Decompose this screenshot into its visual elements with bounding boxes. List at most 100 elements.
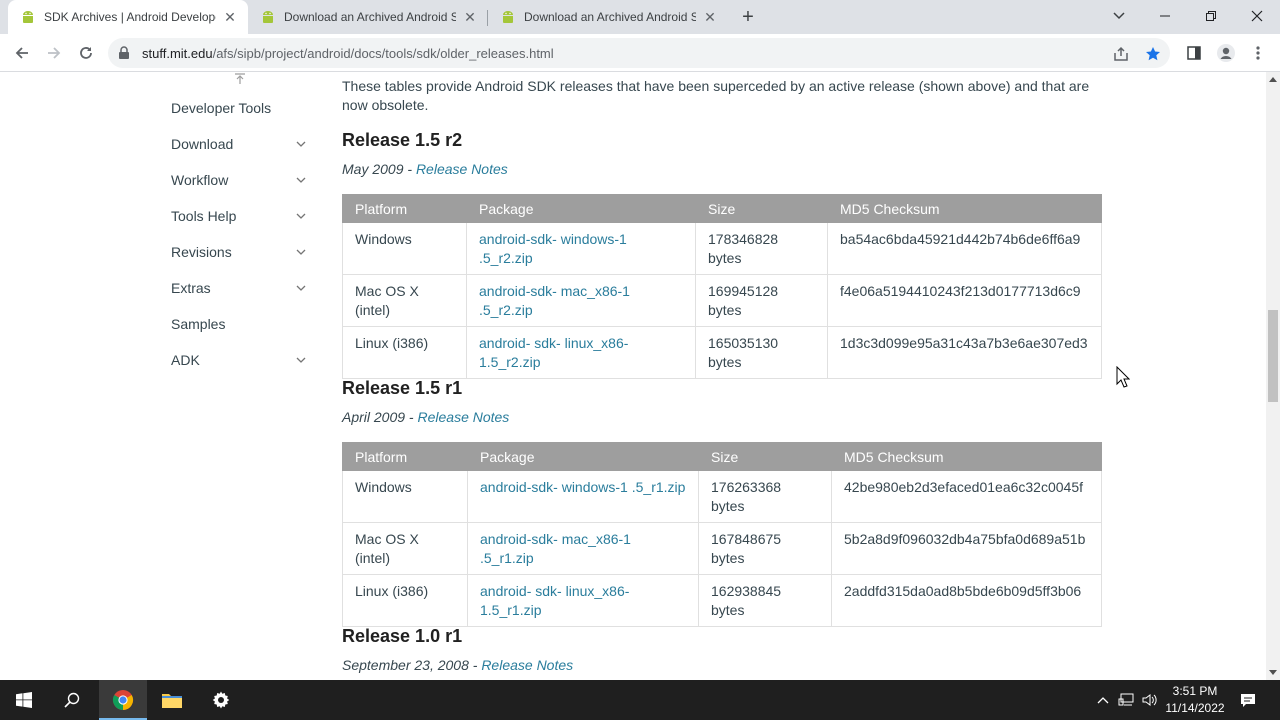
size-value: 162938845: [711, 583, 782, 599]
size-cell: 162938845 bytes: [698, 574, 832, 627]
start-button[interactable]: [0, 680, 48, 720]
restore-button[interactable]: [1188, 0, 1234, 32]
platform-cell: Mac OS X (intel): [342, 522, 468, 575]
collapse-arrow-icon[interactable]: [232, 72, 248, 84]
tab-download-archived-2[interactable]: Download an Archived Android S ✕: [488, 0, 728, 34]
md5-cell: 1d3c3d099e95a31c43a7b3e6ae307ed3: [827, 326, 1102, 379]
sidebar-item-label: Workflow: [171, 172, 229, 188]
tab-title: SDK Archives | Android Develope: [44, 10, 216, 24]
browser-menu-button[interactable]: [1244, 39, 1272, 67]
platform-cell: Linux (i386): [342, 574, 468, 627]
column-header-size: Size: [698, 442, 832, 471]
share-icon: [1114, 46, 1128, 61]
package-download-link[interactable]: android- sdk- linux_x86- 1.5_r2.zip: [479, 335, 628, 370]
notifications-button[interactable]: [1238, 680, 1258, 720]
network-button[interactable]: [1116, 680, 1136, 720]
sidebar-item-workflow[interactable]: Workflow: [171, 168, 311, 192]
package-cell: android- sdk- linux_x86- 1.5_r1.zip: [467, 574, 699, 627]
chevron-down-icon: [296, 357, 306, 363]
volume-button[interactable]: [1140, 680, 1160, 720]
system-clock[interactable]: 3:51 PM 11/14/2022: [1158, 683, 1232, 717]
forward-button[interactable]: [40, 39, 68, 67]
tab-sdk-archives[interactable]: SDK Archives | Android Develope ✕: [8, 0, 248, 34]
side-panel-button[interactable]: [1180, 39, 1208, 67]
bookmark-button[interactable]: [1144, 45, 1162, 63]
share-button[interactable]: [1112, 45, 1130, 63]
close-icon: [1251, 10, 1263, 22]
mouse-cursor-icon: [1116, 366, 1130, 388]
package-download-link[interactable]: android-sdk- mac_x86-1 .5_r2.zip: [479, 283, 630, 318]
profile-button[interactable]: [1212, 39, 1240, 67]
package-link-line: .5_r2.zip: [479, 302, 533, 318]
table-row: Windows android-sdk- windows-1 .5_r1.zip…: [342, 470, 1102, 523]
md5-cell: 5b2a8d9f096032db4a75bfa0d689a51b: [831, 522, 1102, 575]
new-tab-button[interactable]: +: [736, 5, 760, 29]
md5-cell: 42be980eb2d3efaced01ea6c32c0045f: [831, 470, 1102, 523]
size-cell: 165035130 bytes: [695, 326, 828, 379]
package-download-link[interactable]: android- sdk- linux_x86- 1.5_r1.zip: [480, 583, 629, 618]
platform-name: Mac OS X: [355, 531, 419, 547]
restore-icon: [1206, 11, 1216, 21]
sidebar-item-adk[interactable]: ADK: [171, 348, 311, 372]
url-path: /afs/sipb/project/android/docs/tools/sdk…: [212, 46, 554, 61]
size-unit: bytes: [708, 354, 742, 370]
sidebar-item-developer-tools[interactable]: Developer Tools: [171, 96, 311, 120]
clock-time: 3:51 PM: [1172, 684, 1218, 698]
folder-icon: [162, 694, 182, 708]
close-tab-icon[interactable]: ✕: [222, 9, 238, 25]
platform-cell: Windows: [342, 222, 467, 275]
close-tab-icon[interactable]: ✕: [702, 9, 718, 25]
package-download-link[interactable]: android-sdk- windows-1 .5_r2.zip: [479, 231, 627, 266]
back-button[interactable]: [8, 39, 36, 67]
address-bar[interactable]: stuff.mit.edu/afs/sipb/project/android/d…: [108, 38, 1170, 68]
table-header-row: Platform Package Size MD5 Checksum: [342, 194, 1102, 223]
tab-download-archived-1[interactable]: Download an Archived Android S ✕: [248, 0, 488, 34]
tab-search-button[interactable]: [1096, 0, 1142, 32]
close-window-button[interactable]: [1234, 0, 1280, 32]
size-value: 169945128: [708, 283, 779, 299]
release-date: April 2009 - Release Notes: [342, 409, 509, 425]
page-scrollbar[interactable]: [1266, 72, 1280, 680]
table-header-row: Platform Package Size MD5 Checksum: [342, 442, 1102, 471]
chrome-taskbar-button[interactable]: [99, 680, 147, 720]
release-table: Platform Package Size MD5 Checksum Windo…: [342, 442, 1102, 627]
platform-name: Linux (i386): [355, 335, 429, 351]
show-hidden-icons-button[interactable]: [1094, 680, 1112, 720]
platform-cell: Linux (i386): [342, 326, 467, 379]
android-icon: [23, 11, 33, 23]
sidebar-item-samples[interactable]: Samples: [171, 312, 311, 336]
sidebar-item-revisions[interactable]: Revisions: [171, 240, 311, 264]
minimize-button[interactable]: [1142, 0, 1188, 32]
size-cell: 169945128 bytes: [695, 274, 828, 327]
page-viewport: Developer Tools Download Workflow Tools …: [0, 72, 1266, 680]
release-notes-link[interactable]: Release Notes: [481, 657, 573, 673]
scrollbar-thumb[interactable]: [1268, 310, 1278, 402]
size-unit: bytes: [708, 250, 742, 266]
settings-button[interactable]: [197, 680, 245, 720]
sidebar-item-tools-help[interactable]: Tools Help: [171, 204, 311, 228]
release-notes-link[interactable]: Release Notes: [417, 409, 509, 425]
taskbar: 3:51 PM 11/14/2022: [0, 680, 1280, 720]
sidebar-item-extras[interactable]: Extras: [171, 276, 311, 300]
url-text: stuff.mit.edu/afs/sipb/project/android/d…: [142, 46, 554, 61]
package-link-line: 1.5_r1.zip: [480, 602, 542, 618]
package-download-link[interactable]: android-sdk- windows-1 .5_r1.zip: [480, 479, 685, 495]
scroll-up-icon[interactable]: [1269, 77, 1277, 82]
tab-title: Download an Archived Android S: [284, 10, 456, 24]
chrome-icon: [112, 690, 134, 711]
scroll-down-icon[interactable]: [1269, 670, 1277, 675]
file-explorer-button[interactable]: [148, 680, 196, 720]
size-value: 165035130: [708, 335, 779, 351]
sidebar-item-label: Revisions: [171, 244, 232, 260]
search-button[interactable]: [48, 680, 96, 720]
minimize-icon: [1160, 15, 1170, 17]
release-notes-link[interactable]: Release Notes: [416, 161, 508, 177]
package-download-link[interactable]: android-sdk- mac_x86-1 .5_r1.zip: [480, 531, 631, 566]
release-date-text: April 2009 -: [342, 409, 418, 425]
platform-cell: Windows: [342, 470, 468, 523]
chevron-down-icon: [296, 141, 306, 147]
reload-button[interactable]: [72, 39, 100, 67]
close-tab-icon[interactable]: ✕: [462, 9, 478, 25]
package-cell: android-sdk- mac_x86-1 .5_r1.zip: [467, 522, 699, 575]
sidebar-item-download[interactable]: Download: [171, 132, 311, 156]
